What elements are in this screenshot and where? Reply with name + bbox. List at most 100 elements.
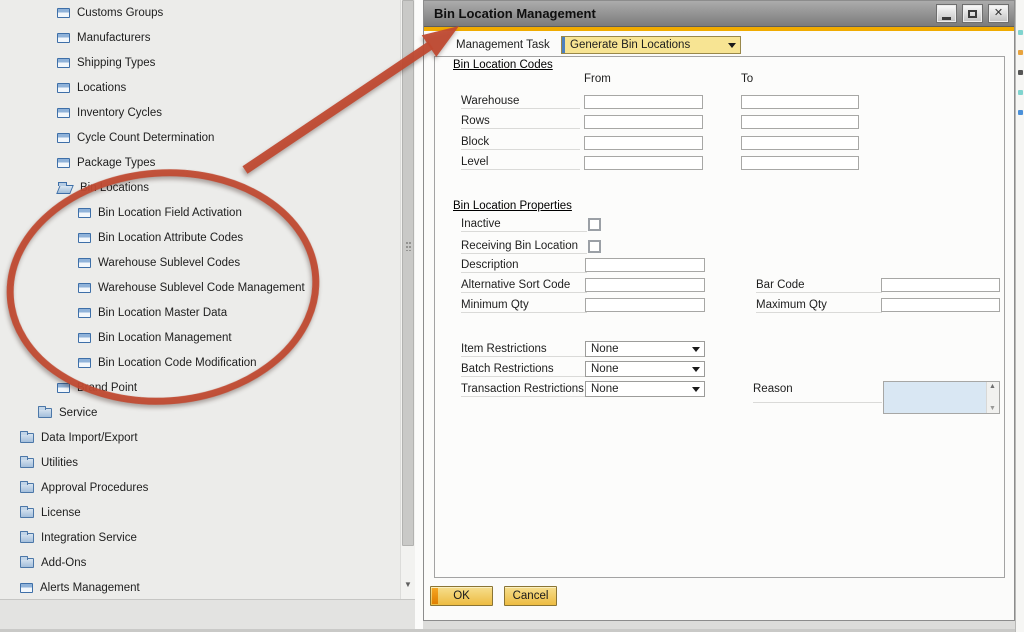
description-input[interactable] xyxy=(585,258,705,272)
item-restrictions-dropdown[interactable]: None xyxy=(585,341,705,357)
tree-item-warehouse-sublevel-codes[interactable]: Warehouse Sublevel Codes xyxy=(0,250,400,275)
management-task-dropdown[interactable]: Generate Bin Locations xyxy=(561,36,741,54)
tree-item-integration-service[interactable]: Integration Service xyxy=(0,525,400,550)
warehouse-to-input[interactable] xyxy=(741,95,859,109)
label-inactive: Inactive xyxy=(461,217,587,232)
tree-scrollbar-down-button[interactable]: ▼ xyxy=(401,576,415,592)
tree-item-alerts-management[interactable]: Alerts Management xyxy=(0,575,400,599)
level-from-input[interactable] xyxy=(584,156,703,170)
minimize-button[interactable] xyxy=(936,4,957,23)
rows-from-input[interactable] xyxy=(584,115,703,129)
reason-disabled-field xyxy=(884,382,986,413)
warehouse-from-input[interactable] xyxy=(584,95,703,109)
tree-item-bin-locations[interactable]: Bin Locations xyxy=(0,175,400,200)
folder-closed-icon xyxy=(20,533,34,543)
tree-item-manufacturers[interactable]: Manufacturers xyxy=(0,25,400,50)
tree-item-label: Data Import/Export xyxy=(41,432,138,444)
maximum-qty-input[interactable] xyxy=(881,298,1000,312)
label-transaction-restrictions: Transaction Restrictions xyxy=(461,382,587,397)
close-button[interactable]: ✕ xyxy=(988,4,1009,23)
tree-item-brand-point[interactable]: Brand Point xyxy=(0,375,400,400)
tree-footer-strip xyxy=(0,599,416,632)
tree-item-inventory-cycles[interactable]: Inventory Cycles xyxy=(0,100,400,125)
tree-item-locations[interactable]: Locations xyxy=(0,75,400,100)
tree-item-approval-procedures[interactable]: Approval Procedures xyxy=(0,475,400,500)
tree-item-data-import-export[interactable]: Data Import/Export xyxy=(0,425,400,450)
alternative-sort-code-input[interactable] xyxy=(585,278,705,292)
receiving-bin-location-checkbox[interactable] xyxy=(588,240,601,253)
tree-item-label: Bin Location Field Activation xyxy=(98,207,242,219)
label-receiving-bin-location: Receiving Bin Location xyxy=(461,239,587,254)
tree-item-label: Shipping Types xyxy=(77,57,155,69)
tree-item-label: Add-Ons xyxy=(41,557,86,569)
document-icon xyxy=(57,8,70,18)
background-icon-speck xyxy=(1018,90,1023,95)
label-alternative-sort-code: Alternative Sort Code xyxy=(461,278,587,293)
maximize-button[interactable] xyxy=(962,4,983,23)
document-icon xyxy=(78,258,91,268)
tree-item-label: Brand Point xyxy=(77,382,137,394)
ok-button[interactable]: OK xyxy=(430,586,493,606)
tree-item-bin-location-field-activation[interactable]: Bin Location Field Activation xyxy=(0,200,400,225)
label-reason: Reason xyxy=(753,382,882,403)
tree-item-warehouse-sublevel-code-management[interactable]: Warehouse Sublevel Code Management xyxy=(0,275,400,300)
close-icon: ✕ xyxy=(994,8,1003,19)
document-icon xyxy=(78,208,91,218)
scroll-down-icon: ▼ xyxy=(989,405,996,412)
tree-item-bin-location-code-modification[interactable]: Bin Location Code Modification xyxy=(0,350,400,375)
tree-item-label: Alerts Management xyxy=(40,582,140,594)
tree-item-utilities[interactable]: Utilities xyxy=(0,450,400,475)
chevron-down-icon xyxy=(728,43,736,48)
document-icon xyxy=(20,583,33,593)
inactive-checkbox[interactable] xyxy=(588,218,601,231)
tree-item-license[interactable]: License xyxy=(0,500,400,525)
document-icon xyxy=(78,308,91,318)
rows-to-input[interactable] xyxy=(741,115,859,129)
tree-item-bin-location-master-data[interactable]: Bin Location Master Data xyxy=(0,300,400,325)
label-warehouse: Warehouse xyxy=(461,94,580,109)
document-icon xyxy=(78,233,91,243)
tree-item-customs-groups[interactable]: Customs Groups xyxy=(0,0,400,25)
tree-item-add-ons[interactable]: Add-Ons xyxy=(0,550,400,575)
transaction-restrictions-dropdown[interactable]: None xyxy=(585,381,705,397)
document-icon xyxy=(57,58,70,68)
label-batch-restrictions: Batch Restrictions xyxy=(461,362,587,377)
tree-item-shipping-types[interactable]: Shipping Types xyxy=(0,50,400,75)
tree-item-cycle-count-determination[interactable]: Cycle Count Determination xyxy=(0,125,400,150)
tree-item-label: Package Types xyxy=(77,157,155,169)
chevron-down-icon xyxy=(692,387,700,392)
tree-item-bin-location-management[interactable]: Bin Location Management xyxy=(0,325,400,350)
tree-item-label: Warehouse Sublevel Code Management xyxy=(98,282,305,294)
block-to-input[interactable] xyxy=(741,136,859,150)
tree-item-label: Bin Location Attribute Codes xyxy=(98,232,243,244)
reason-scrollbar[interactable]: ▲ ▼ xyxy=(986,382,999,413)
chevron-down-icon xyxy=(692,347,700,352)
label-rows: Rows xyxy=(461,114,580,129)
menu-tree-panel: Customs GroupsManufacturers Shipping Type… xyxy=(0,0,400,599)
block-from-input[interactable] xyxy=(584,136,703,150)
management-task-value: Generate Bin Locations xyxy=(570,39,690,51)
column-header-to: To xyxy=(741,73,753,85)
scroll-up-icon: ▲ xyxy=(989,383,996,390)
tree-item-package-types[interactable]: Package Types xyxy=(0,150,400,175)
item-restrictions-value: None xyxy=(591,343,619,355)
document-icon xyxy=(78,283,91,293)
transaction-restrictions-value: None xyxy=(591,383,619,395)
window-titlebar[interactable]: Bin Location Management xyxy=(424,1,1014,27)
bin-location-management-window: Bin Location Management ✕ Management Tas… xyxy=(423,0,1015,621)
cancel-button[interactable]: Cancel xyxy=(504,586,557,606)
folder-closed-icon xyxy=(20,483,34,493)
label-description: Description xyxy=(461,258,587,273)
tree-item-service[interactable]: Service xyxy=(0,400,400,425)
label-minimum-qty: Minimum Qty xyxy=(461,298,587,313)
tree-item-label: Bin Location Master Data xyxy=(98,307,227,319)
tree-item-label: Cycle Count Determination xyxy=(77,132,214,144)
batch-restrictions-dropdown[interactable]: None xyxy=(585,361,705,377)
folder-closed-icon xyxy=(20,458,34,468)
tree-scrollbar-thumb[interactable] xyxy=(402,0,414,546)
bar-code-input[interactable] xyxy=(881,278,1000,292)
level-to-input[interactable] xyxy=(741,156,859,170)
maximize-icon xyxy=(968,10,977,18)
minimum-qty-input[interactable] xyxy=(585,298,705,312)
tree-item-bin-location-attribute-codes[interactable]: Bin Location Attribute Codes xyxy=(0,225,400,250)
